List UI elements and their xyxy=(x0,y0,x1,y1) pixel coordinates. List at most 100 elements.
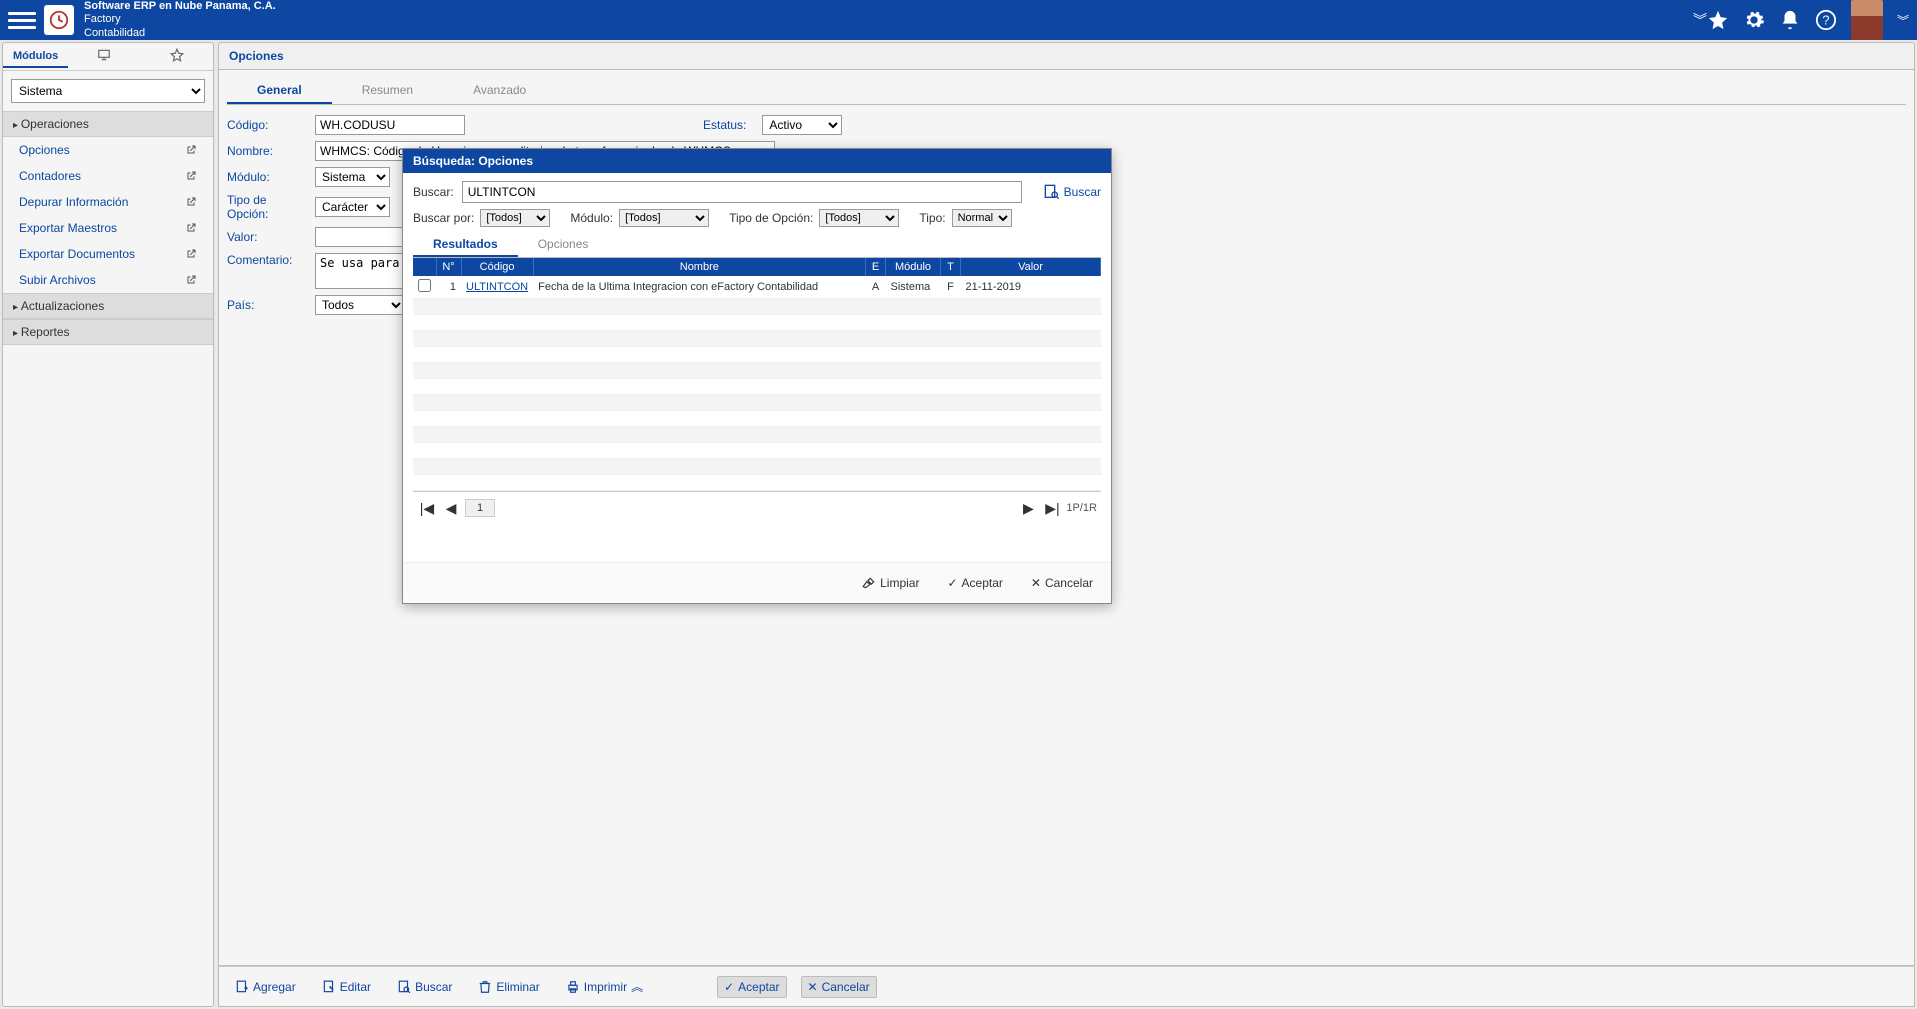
user-avatar[interactable] xyxy=(1851,0,1883,40)
close-icon: ✕ xyxy=(808,980,818,994)
external-link-icon xyxy=(185,144,197,156)
select-filter-tipo[interactable]: Normal xyxy=(952,209,1012,227)
next-page-icon[interactable]: ▶ xyxy=(1018,498,1038,518)
modal-cancel-button[interactable]: ✕ Cancelar xyxy=(1023,573,1101,593)
chevron-down-icon[interactable]: ︾ xyxy=(1897,12,1909,29)
input-codigo[interactable] xyxy=(315,115,465,135)
app-name: Factory xyxy=(84,13,1681,26)
search-button[interactable]: Buscar xyxy=(391,977,458,997)
label-codigo: Código: xyxy=(227,118,307,132)
table-row xyxy=(413,363,1101,379)
label-filter-modulo: Módulo: xyxy=(570,211,613,225)
module-select[interactable]: Sistema xyxy=(11,79,205,103)
col-nombre: Nombre xyxy=(533,258,865,276)
star-outline-icon[interactable] xyxy=(141,48,213,65)
row-checkbox[interactable] xyxy=(418,279,431,292)
label-valor: Valor: xyxy=(227,230,307,244)
accept-button[interactable]: ✓ Aceptar xyxy=(717,976,786,998)
sidebar-item-opciones[interactable]: Opciones xyxy=(3,137,213,163)
label-nombre: Nombre: xyxy=(227,144,307,158)
table-row xyxy=(413,395,1101,411)
label-pais: País: xyxy=(227,298,307,312)
svg-text:?: ? xyxy=(1822,13,1829,28)
col-n: N° xyxy=(436,258,461,276)
sidebar-item-exp-maestros[interactable]: Exportar Maestros xyxy=(3,215,213,241)
section-actualizaciones[interactable]: Actualizaciones xyxy=(3,293,213,319)
trash-icon xyxy=(478,980,492,994)
add-icon xyxy=(235,980,249,994)
star-icon[interactable] xyxy=(1707,9,1729,31)
col-modulo: Módulo xyxy=(886,258,941,276)
table-row xyxy=(413,331,1101,347)
table-row xyxy=(413,427,1101,443)
select-filter-tipo-opcion[interactable]: [Todos] xyxy=(819,209,899,227)
delete-button[interactable]: Eliminar xyxy=(472,977,545,997)
table-row xyxy=(413,347,1101,363)
col-check xyxy=(413,258,436,276)
last-page-icon[interactable]: ▶| xyxy=(1042,498,1062,518)
modal-tab-resultados[interactable]: Resultados xyxy=(413,233,518,257)
external-link-icon xyxy=(185,170,197,182)
app-title-block: Software ERP en Nube Panama, C.A. Factor… xyxy=(84,0,1681,40)
modal-search-button[interactable]: Buscar xyxy=(1044,184,1101,200)
menu-icon[interactable] xyxy=(8,6,36,34)
add-button[interactable]: Agregar xyxy=(229,977,302,997)
sidebar-item-subir[interactable]: Subir Archivos xyxy=(3,267,213,293)
edit-button[interactable]: Editar xyxy=(316,977,377,997)
monitor-icon[interactable] xyxy=(68,48,140,65)
search-icon xyxy=(1044,184,1060,200)
label-modulo: Módulo: xyxy=(227,170,307,184)
section-reportes[interactable]: Reportes xyxy=(3,319,213,345)
bell-icon[interactable] xyxy=(1779,9,1801,31)
select-estatus[interactable]: Activo xyxy=(762,115,842,135)
table-row xyxy=(413,443,1101,459)
external-link-icon xyxy=(185,248,197,260)
table-row[interactable]: 1 ULTINTCON Fecha de la Ultima Integraci… xyxy=(413,276,1101,299)
select-buscar-por[interactable]: [Todos] xyxy=(480,209,550,227)
select-filter-modulo[interactable]: [Todos] xyxy=(619,209,709,227)
help-icon[interactable]: ? xyxy=(1815,9,1837,31)
print-icon xyxy=(566,980,580,994)
prev-page-icon[interactable]: ◀ xyxy=(441,498,461,518)
results-table: N° Código Nombre E Módulo T Valor 1 ULTI… xyxy=(413,258,1101,491)
sidebar-tab-modulos[interactable]: Módulos xyxy=(3,46,68,68)
bottom-toolbar: Agregar Editar Buscar Eliminar Imprimir … xyxy=(218,966,1915,1007)
check-icon: ✓ xyxy=(724,980,734,994)
close-icon: ✕ xyxy=(1031,576,1041,590)
modal-accept-button[interactable]: ✓ Aceptar xyxy=(939,573,1010,593)
clear-button[interactable]: Limpiar xyxy=(854,573,927,593)
first-page-icon[interactable]: |◀ xyxy=(417,498,437,518)
tab-avanzado[interactable]: Avanzado xyxy=(443,78,556,104)
module-name: Contabilidad xyxy=(84,27,1681,40)
gear-icon[interactable] xyxy=(1743,9,1765,31)
cancel-button[interactable]: ✕ Cancelar xyxy=(801,976,877,998)
sidebar-item-depurar[interactable]: Depurar Información xyxy=(3,189,213,215)
sidebar-item-contadores[interactable]: Contadores xyxy=(3,163,213,189)
external-link-icon xyxy=(185,196,197,208)
row-codigo-link[interactable]: ULTINTCON xyxy=(461,276,533,299)
expand-down-icon[interactable]: ︾ xyxy=(1693,10,1707,30)
app-logo[interactable] xyxy=(44,5,74,35)
select-tipo-opcion[interactable]: Carácter xyxy=(315,197,390,217)
modal-tab-opciones[interactable]: Opciones xyxy=(518,233,609,257)
tab-resumen[interactable]: Resumen xyxy=(332,78,443,104)
search-input[interactable] xyxy=(462,181,1022,203)
tab-general[interactable]: General xyxy=(227,78,332,104)
label-buscar: Buscar: xyxy=(413,185,454,199)
broom-icon xyxy=(862,576,876,590)
table-row xyxy=(413,411,1101,427)
page-number[interactable]: 1 xyxy=(465,499,495,517)
section-operaciones[interactable]: Operaciones xyxy=(3,111,213,137)
check-icon: ✓ xyxy=(947,576,957,590)
table-row xyxy=(413,475,1101,491)
chevron-up-icon: ︽ xyxy=(631,978,643,995)
left-sidebar: Módulos Sistema Operaciones Opciones Con… xyxy=(2,42,214,1007)
sidebar-item-exp-docs[interactable]: Exportar Documentos xyxy=(3,241,213,267)
select-modulo[interactable]: Sistema xyxy=(315,167,390,187)
select-pais[interactable]: Todos xyxy=(315,295,405,315)
search-icon xyxy=(397,980,411,994)
print-button[interactable]: Imprimir ︽ xyxy=(560,975,649,998)
label-tipo-opcion: Tipo de Opción: xyxy=(227,193,307,221)
external-link-icon xyxy=(185,274,197,286)
label-estatus: Estatus: xyxy=(703,118,746,132)
